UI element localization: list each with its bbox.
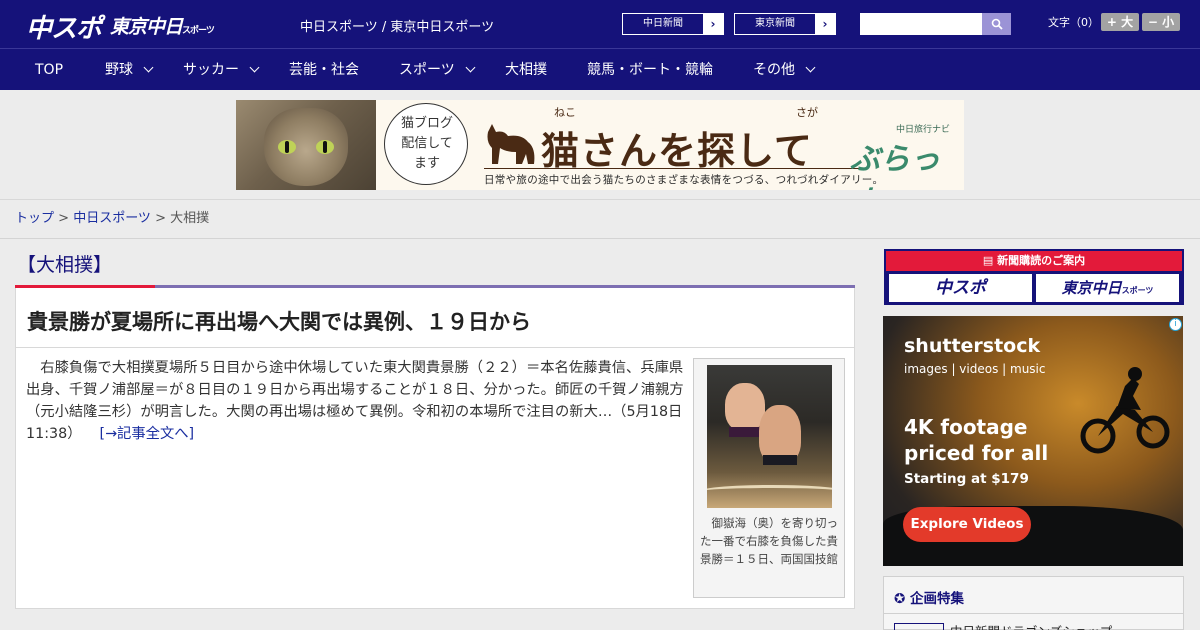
nav-label: 芸能・社会 <box>289 62 359 78</box>
ad-subtitle: images | videos | music <box>904 362 1046 376</box>
nav-item-baseball[interactable]: 野球 <box>105 49 154 91</box>
cat-eye <box>278 140 296 154</box>
article-headline[interactable]: 貴景勝が夏場所に再出場へ大関では異例、１９日から <box>27 306 531 336</box>
chevron-right-icon: › <box>815 14 835 34</box>
nav-item-soccer[interactable]: サッカー <box>183 49 260 91</box>
subscribe-chuspo-logo[interactable]: 中スポ <box>889 274 1032 302</box>
ad-logo: shutterstock <box>904 335 1041 357</box>
nav-item-sumo[interactable]: 大相撲 <box>505 49 547 91</box>
search-input[interactable] <box>860 13 982 35</box>
feature-item-link[interactable]: 中日新聞ドラゴンズショップ <box>950 621 1112 630</box>
logo-tokyo-main: 東京中日 <box>110 16 183 38</box>
nav-label: 競馬・ボート・競輪 <box>587 62 713 78</box>
nav-item-racing[interactable]: 競馬・ボート・競輪 <box>587 49 713 91</box>
banner-ruby: ねこ <box>554 106 576 119</box>
chevron-down-icon <box>249 62 260 73</box>
article-summary: 右膝負傷で大相撲夏場所５日目から途中休場していた東大関貴景勝（２２）＝本名佐藤貴… <box>26 357 688 445</box>
banner-subtitle: 日常や旅の途中で出会う猫たちのさまざまな表情をつづる、つれづれダイアリー。 <box>484 174 884 186</box>
wrestler-back-belt <box>729 427 761 437</box>
breadcrumb-current: 大相撲 <box>170 211 210 226</box>
breadcrumb: トップ > 中日スポーツ > 大相撲 <box>0 200 1200 239</box>
feature-box: ✪ 企画特集 中日新聞ドラゴンズショップ <box>883 576 1184 630</box>
nav-label: サッカー <box>183 62 239 78</box>
sites-label: 中日スポーツ / 東京中日スポーツ <box>300 20 495 35</box>
chunichi-shimbun-link[interactable]: 中日新聞 › <box>622 13 724 35</box>
newspaper-icon: ▤ <box>982 254 998 267</box>
photo-box: 御嶽海（奥）を寄り切った一番で右膝を負傷した貴景勝＝１５日、両国国技館 <box>693 358 845 598</box>
feature-divider <box>884 613 1183 614</box>
wrestler-front-belt <box>763 455 797 465</box>
sumo-photo[interactable] <box>707 365 832 508</box>
info-icon[interactable]: i <box>1169 318 1182 331</box>
nav-label: 野球 <box>105 62 133 78</box>
subscription-box[interactable]: ▤ 新聞購読のご案内 中スポ 東京中日スポーツ <box>884 249 1184 305</box>
tokyo-shimbun-label: 東京新聞 <box>755 18 795 29</box>
chunichi-shimbun-label: 中日新聞 <box>643 18 683 29</box>
explore-videos-button[interactable]: Explore Videos <box>903 507 1031 542</box>
cat-silhouette-icon <box>487 124 535 164</box>
banner-area: 猫ブログ配信してます ねこ さが 猫さんを探して 中日旅行ナビ ぶらっ人 日常や… <box>0 90 1200 200</box>
logo-tokyo-small: スポーツ <box>182 26 215 36</box>
cat-eye <box>316 140 334 154</box>
photo-caption: 御嶽海（奥）を寄り切った一番で右膝を負傷した貴景勝＝１５日、両国国技館 <box>700 516 838 566</box>
feature-title[interactable]: ✪ 企画特集 <box>894 587 964 607</box>
article-header: 貴景勝が夏場所に再出場へ大関では異例、１９日から <box>15 288 855 348</box>
chevron-down-icon <box>805 62 816 73</box>
nav-item-top[interactable]: TOP <box>35 49 63 91</box>
font-decrease-button[interactable]: − 小 <box>1142 13 1180 31</box>
ad-headline: 4K footage priced for all <box>904 415 1049 465</box>
read-more-link[interactable]: [→記事全文へ] <box>100 426 195 442</box>
cat-photo <box>236 100 376 190</box>
banner-ruby: さが <box>796 106 818 119</box>
subscription-title-text: 新聞購読のご案内 <box>997 254 1086 267</box>
ribbon-icon: ✪ <box>894 591 911 607</box>
nav-label: スポーツ <box>399 62 455 78</box>
breadcrumb-sep: > <box>150 211 171 226</box>
ad-price: Starting at $179 <box>904 471 1029 487</box>
search-icon <box>991 18 1003 30</box>
top-bar: 中スポ 東京中日スポーツ 中日スポーツ / 東京中日スポーツ 中日新聞 › 東京… <box>0 0 1200 48</box>
logo-tokyo-chunichi[interactable]: 東京中日スポーツ <box>110 12 215 39</box>
nav-label: TOP <box>35 62 64 78</box>
tokyo-shimbun-link[interactable]: 東京新聞 › <box>734 13 836 35</box>
nav-item-other[interactable]: その他 <box>753 49 816 91</box>
article-body: 右膝負傷で大相撲夏場所５日目から途中休場していた東大関貴景勝（２２）＝本名佐藤貴… <box>15 348 855 609</box>
chevron-down-icon <box>143 62 154 73</box>
banner-divider <box>484 168 864 169</box>
logo-chuspo[interactable]: 中スポ <box>26 8 102 45</box>
main-nav: TOP 野球 サッカー 芸能・社会 スポーツ 大相撲 競馬・ボート・競輪 その他 <box>0 48 1200 90</box>
search-button[interactable] <box>982 13 1011 35</box>
subscribe-tokyo-small: スポーツ <box>1121 286 1154 295</box>
font-size-label: 文字（0） <box>1048 16 1099 29</box>
breadcrumb-sep: > <box>54 211 74 226</box>
ring-edge <box>707 485 832 499</box>
chevron-down-icon <box>465 62 476 73</box>
font-increase-button[interactable]: + 大 <box>1101 13 1139 31</box>
nav-item-entertainment[interactable]: 芸能・社会 <box>289 49 359 91</box>
banner-title: 猫さんを探して <box>541 129 813 173</box>
nav-label: 大相撲 <box>505 62 547 78</box>
shutterstock-ad[interactable]: shutterstock images | videos | music 4K … <box>883 316 1183 566</box>
nav-label: その他 <box>753 62 795 78</box>
breadcrumb-section[interactable]: 中日スポーツ <box>73 211 151 226</box>
category-heading: 【大相撲】 <box>17 254 113 276</box>
feature-title-text: 企画特集 <box>910 591 965 607</box>
cat-blog-banner[interactable]: 猫ブログ配信してます ねこ さが 猫さんを探して 中日旅行ナビ ぶらっ人 日常や… <box>236 100 964 190</box>
subscribe-tokyo-logo[interactable]: 東京中日スポーツ <box>1036 274 1179 302</box>
bubble-text: 猫ブログ配信してます <box>400 116 453 171</box>
subscription-title: ▤ 新聞購読のご案内 <box>886 251 1182 271</box>
nav-item-sports[interactable]: スポーツ <box>399 49 476 91</box>
feature-thumbnail[interactable] <box>894 623 944 630</box>
breadcrumb-top[interactable]: トップ <box>15 211 54 226</box>
cat-face <box>264 108 348 186</box>
subscribe-tokyo-main: 東京中日 <box>1061 279 1122 297</box>
chevron-right-icon: › <box>703 14 723 34</box>
